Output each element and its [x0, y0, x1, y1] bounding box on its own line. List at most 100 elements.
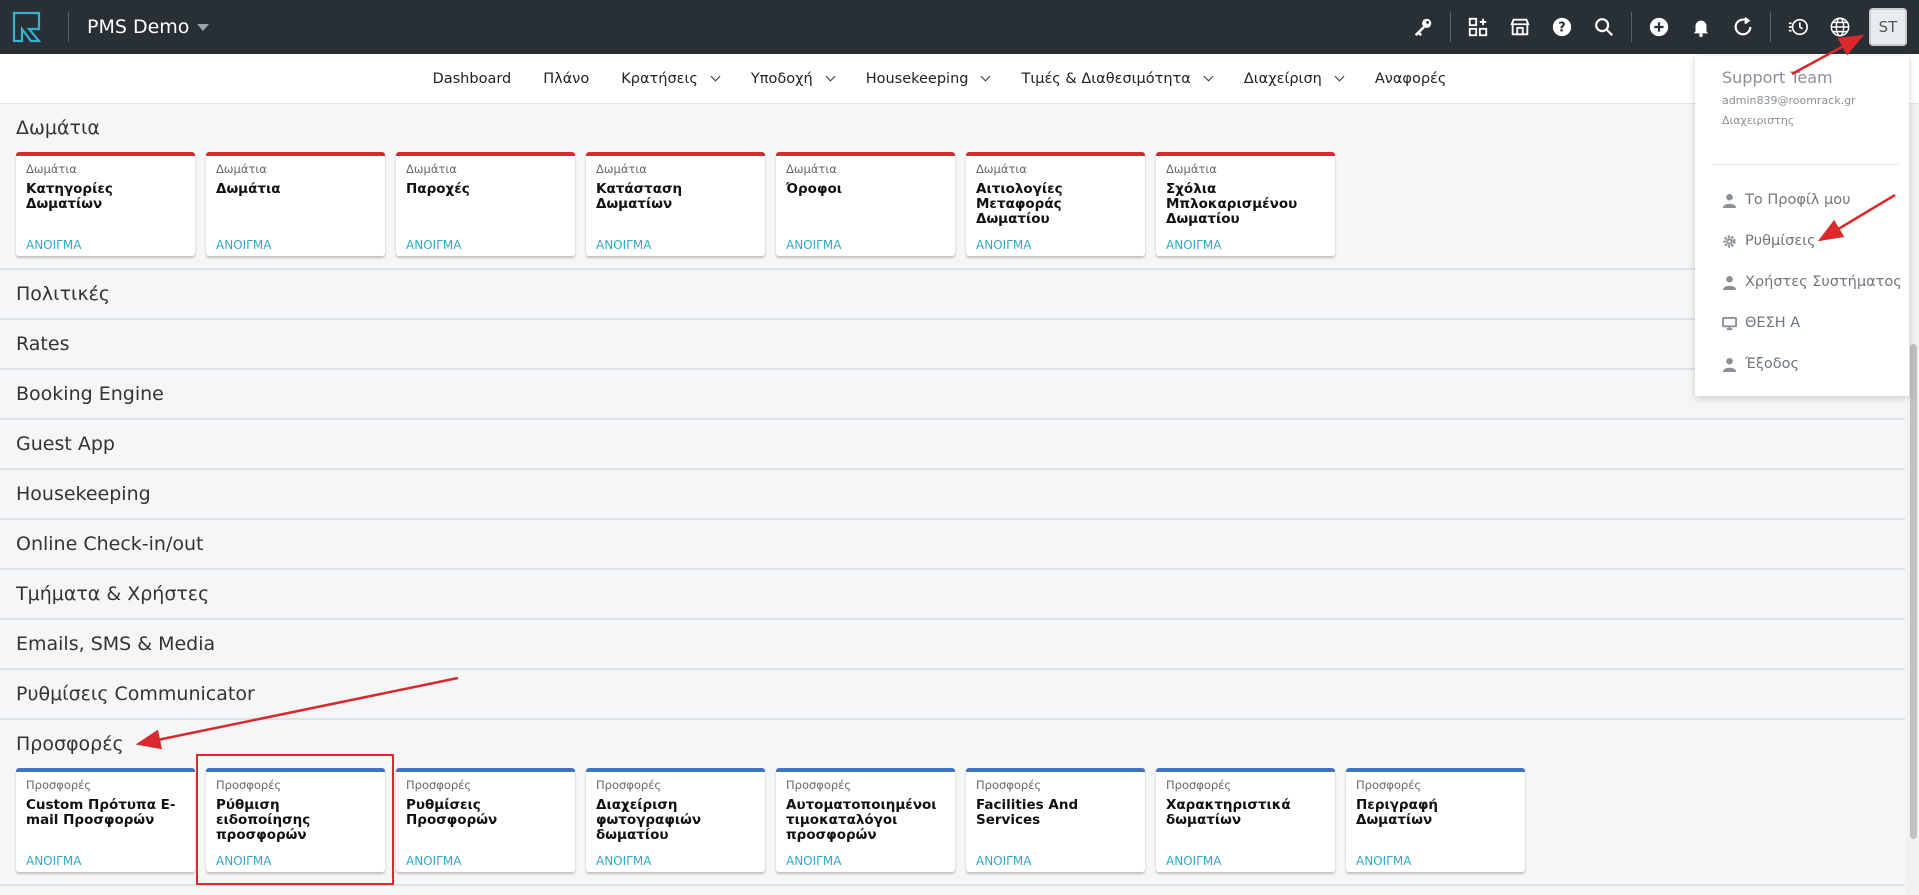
card-open-link[interactable]: ΑΝΟΙΓΜΑ — [406, 238, 461, 252]
settings-card[interactable]: Δωμάτια Κατάσταση Δωματίων ΑΝΟΙΓΜΑ — [586, 152, 765, 256]
svg-text:?: ? — [1558, 21, 1565, 36]
chevron-down-icon — [981, 71, 991, 82]
apps-icon[interactable] — [1457, 0, 1499, 54]
section-header-rooms[interactable]: Δωμάτια — [0, 104, 1905, 152]
section-guest-app: Guest App — [0, 420, 1905, 470]
user-email: admin839@roomrack.gr — [1722, 94, 1856, 107]
property-selector[interactable]: PMS Demo — [87, 16, 210, 38]
user-icon — [1722, 193, 1737, 208]
card-open-link[interactable]: ΑΝΟΙΓΜΑ — [1166, 854, 1221, 868]
card-title: Δωμάτια — [216, 181, 281, 197]
card-title: Διαχείριση φωτογραφιών δωματίου — [596, 797, 702, 843]
section-header-guest-app[interactable]: Guest App — [0, 420, 1905, 468]
search-icon[interactable] — [1583, 0, 1625, 54]
settings-card[interactable]: Δωμάτια Δωμάτια ΑΝΟΙΓΜΑ — [206, 152, 385, 256]
nav-reports[interactable]: Αναφορές — [1359, 71, 1463, 87]
globe-icon[interactable] — [1819, 0, 1861, 54]
card-title: Σχόλια Μπλοκαρισμένου Δωματίου — [1166, 181, 1298, 227]
user-avatar[interactable]: ST — [1869, 8, 1907, 46]
card-open-link[interactable]: ΑΝΟΙΓΜΑ — [1356, 854, 1411, 868]
card-category: Προσφορές — [406, 778, 472, 792]
settings-card[interactable]: Δωμάτια Παροχές ΑΝΟΙΓΜΑ — [396, 152, 575, 256]
settings-card[interactable]: Προσφορές Αυτοματοποιημένοι τιμοκαταλόγοι… — [776, 768, 955, 872]
card-open-link[interactable]: ΑΝΟΙΓΜΑ — [596, 854, 651, 868]
menu-item-system-users[interactable]: Χρήστες Συστήματος — [1722, 274, 1902, 290]
help-icon[interactable]: ? — [1541, 0, 1583, 54]
monitor-icon — [1722, 316, 1737, 330]
card-category: Προσφορές — [26, 778, 92, 792]
section-header-online-checkin[interactable]: Online Check-in/out — [0, 520, 1905, 568]
add-icon[interactable] — [1638, 0, 1680, 54]
card-title: Όροφοι — [786, 181, 843, 197]
card-title: Χαρακτηριστικά δωματίων — [1166, 797, 1291, 828]
section-header-rates[interactable]: Rates — [0, 320, 1905, 368]
section-header-booking-engine[interactable]: Booking Engine — [0, 370, 1905, 418]
menu-item-workstation[interactable]: ΘΕΣΗ Α — [1722, 315, 1800, 331]
nav-management[interactable]: Διαχείριση — [1228, 71, 1359, 87]
settings-card[interactable]: Δωμάτια Αιτιολογίες Μεταφοράς Δωματίου ΑΝΟ… — [966, 152, 1145, 256]
settings-card[interactable]: Προσφορές Facilities And Services ΑΝΟΙΓΜΑ — [966, 768, 1145, 872]
user-menu: Support Team admin839@roomrack.gr Διαχει… — [1695, 56, 1909, 396]
nav-rates-availability[interactable]: Τιμές & Διαθεσιμότητα — [1005, 71, 1227, 87]
card-category: Δωμάτια — [216, 162, 267, 176]
card-open-link[interactable]: ΑΝΟΙΓΜΑ — [786, 854, 841, 868]
section-header-housekeeping[interactable]: Housekeeping — [0, 470, 1905, 518]
top-actions: ? ST — [1402, 0, 1919, 54]
chevron-down-icon — [710, 71, 721, 82]
bell-icon[interactable] — [1680, 0, 1722, 54]
card-open-link[interactable]: ΑΝΟΙΓΜΑ — [216, 238, 271, 252]
card-title: Αυτοματοποιημένοι τιμοκαταλόγοι προσφορώ… — [786, 797, 937, 843]
menu-item-profile[interactable]: Το Προφίλ μου — [1722, 192, 1850, 208]
nav-housekeeping[interactable]: Housekeeping — [850, 71, 1006, 87]
card-open-link[interactable]: ΑΝΟΙΓΜΑ — [406, 854, 461, 868]
nav-plan[interactable]: Πλάνο — [527, 71, 605, 87]
nav-front-desk[interactable]: Υποδοχή — [735, 71, 850, 87]
settings-card[interactable]: Δωμάτια Όροφοι ΑΝΟΙΓΜΑ — [776, 152, 955, 256]
card-open-link[interactable]: ΑΝΟΙΓΜΑ — [976, 238, 1031, 252]
menu-item-logout[interactable]: Έξοδος — [1722, 356, 1799, 372]
settings-card[interactable]: Προσφορές Περιγραφή Δωματίων ΑΝΟΙΓΜΑ — [1346, 768, 1525, 872]
divider — [1631, 12, 1632, 42]
refresh-icon[interactable] — [1722, 0, 1764, 54]
section-header-emails-sms-media[interactable]: Emails, SMS & Media — [0, 620, 1905, 668]
section-header-communicator[interactable]: Ρυθμίσεις Communicator — [0, 670, 1905, 718]
user-icon — [1722, 357, 1737, 372]
caret-down-icon — [197, 23, 210, 31]
highlight-box — [196, 754, 394, 885]
card-open-link[interactable]: ΑΝΟΙΓΜΑ — [596, 238, 651, 252]
section-header-policies[interactable]: Πολιτικές — [0, 270, 1905, 318]
nav-reservations[interactable]: Κρατήσεις — [605, 71, 735, 87]
scrollbar-thumb[interactable] — [1910, 344, 1917, 839]
app-logo[interactable] — [8, 7, 48, 47]
nav-dashboard[interactable]: Dashboard — [417, 71, 528, 87]
card-open-link[interactable]: ΑΝΟΙΓΜΑ — [26, 854, 81, 868]
settings-card[interactable]: Δωμάτια Σχόλια Μπλοκαρισμένου Δωματίου ΑΝΟ… — [1156, 152, 1335, 256]
user-role: Διαχειριστης — [1722, 114, 1795, 127]
divider — [68, 12, 69, 42]
settings-card[interactable]: Δωμάτια Κατηγορίες Δωματίων ΑΝΟΙΓΜΑ — [16, 152, 195, 256]
settings-card[interactable]: Προσφορές Διαχείριση φωτογραφιών δωματίου… — [586, 768, 765, 872]
settings-card[interactable]: Προσφορές Custom Πρότυπα E-mail Προσφορών… — [16, 768, 195, 872]
card-open-link[interactable]: ΑΝΟΙΓΜΑ — [976, 854, 1031, 868]
section-departments-users: Τμήματα & Χρήστες — [0, 570, 1905, 620]
main-nav: Dashboard Πλάνο Κρατήσεις Υποδοχή Housek… — [0, 54, 1919, 104]
key-icon[interactable] — [1402, 0, 1444, 54]
card-open-link[interactable]: ΑΝΟΙΓΜΑ — [26, 238, 81, 252]
gear-icon — [1723, 234, 1736, 248]
settings-card[interactable]: Προσφορές Ρυθμίσεις Προσφορών ΑΝΟΙΓΜΑ — [396, 768, 575, 872]
card-title: Κατάσταση Δωματίων — [596, 181, 683, 212]
section-header-departments-users[interactable]: Τμήματα & Χρήστες — [0, 570, 1905, 618]
card-title: Facilities And Services — [976, 797, 1079, 828]
card-open-link[interactable]: ΑΝΟΙΓΜΑ — [786, 238, 841, 252]
section-rooms: Δωμάτια Δωμάτια Κατηγορίες Δωματίων ΑΝΟΙΓΜ… — [0, 104, 1905, 270]
history-icon[interactable] — [1777, 0, 1819, 54]
section-policies: Πολιτικές — [0, 270, 1905, 320]
card-category: Δωμάτια — [1166, 162, 1217, 176]
logo-icon — [12, 11, 42, 43]
card-open-link[interactable]: ΑΝΟΙΓΜΑ — [1166, 238, 1221, 252]
card-title: Ρυθμίσεις Προσφορών — [406, 797, 498, 828]
menu-item-settings[interactable]: Ρυθμίσεις — [1722, 233, 1816, 249]
user-name: Support Team — [1722, 68, 1833, 87]
store-icon[interactable] — [1499, 0, 1541, 54]
settings-card[interactable]: Προσφορές Χαρακτηριστικά δωματίων ΑΝΟΙΓΜΑ — [1156, 768, 1335, 872]
